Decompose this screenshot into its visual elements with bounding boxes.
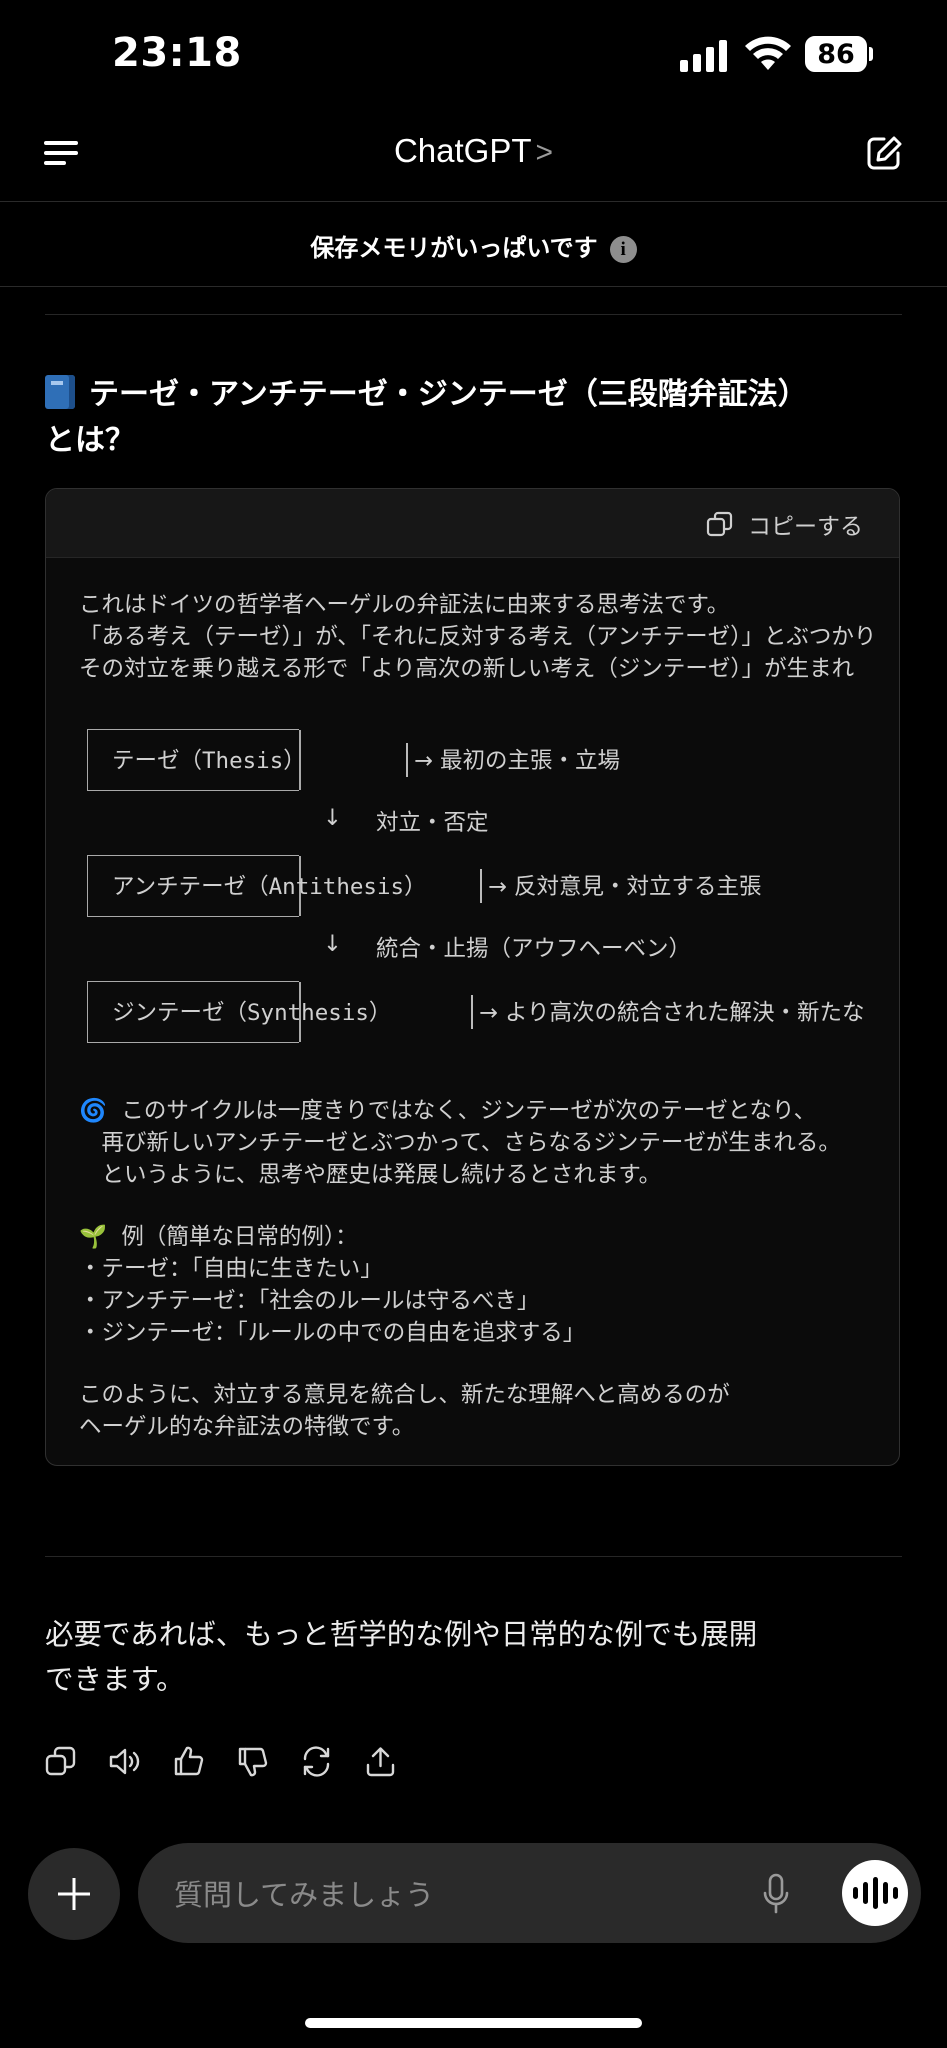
battery-tip: [869, 47, 873, 61]
transition-text: 統合・止揚（アウフヘーベン）: [376, 936, 692, 962]
status-time: 23:18: [112, 30, 242, 76]
nav-divider: [0, 201, 947, 202]
code-block: コピーする これはドイツの哲学者ヘーゲルの弁証法に由来する思考法です。 「ある考…: [45, 488, 900, 1466]
book-icon: [45, 375, 75, 409]
intro-line: 「ある考え（テーゼ）」が、「それに反対する考え（アンチテーゼ）」とぶつかり: [79, 624, 877, 650]
thumbs-down-icon[interactable]: [236, 1745, 269, 1778]
speaker-icon[interactable]: [108, 1745, 141, 1778]
assistant-message-text: 必要であれば、もっと哲学的な例や日常的な例でも展開 できます。: [45, 1612, 895, 1702]
cycle-line: というように、思考や歴史は発展し続けるとされます。: [79, 1162, 662, 1188]
cycle-line: 🌀 このサイクルは一度きりではなく、ジンテーゼが次のテーゼとなり、: [79, 1098, 817, 1124]
message-actions: [44, 1745, 397, 1778]
add-attachment-button[interactable]: [28, 1848, 120, 1940]
app-title: ChatGPT: [393, 132, 532, 169]
regenerate-icon[interactable]: [300, 1745, 333, 1778]
transition-text: 対立・否定: [376, 810, 489, 836]
intro-line: これはドイツの哲学者ヘーゲルの弁証法に由来する思考法です。: [79, 592, 730, 618]
message-input-placeholder: 質問してみましょう: [174, 1878, 435, 1912]
wifi-icon: [745, 36, 791, 70]
copy-code-button[interactable]: コピーする: [706, 507, 863, 541]
cellular-signal-icon: [680, 38, 727, 72]
section-heading: テーゼ・アンチテーゼ・ジンテーゼ（三段階弁証法） とは？: [45, 372, 865, 464]
new-chat-icon[interactable]: [864, 133, 904, 173]
example-line: ・ジンテーゼ：「ルールの中での自由を追求する」: [79, 1320, 586, 1346]
chevron-right-icon: >: [535, 136, 554, 169]
home-indicator: [305, 2018, 642, 2028]
synthesis-desc: → より高次の統合された解決・新たな: [479, 1000, 865, 1026]
intro-line: その対立を乗り越える形で「より高次の新しい考え（ジンテーゼ）」が生まれ: [79, 656, 855, 682]
model-selector[interactable]: ChatGPT >: [0, 132, 947, 170]
memory-full-banner[interactable]: 保存メモリがいっぱいです i: [0, 228, 947, 263]
arrow-down: ↓: [323, 931, 342, 957]
copy-label: コピーする: [748, 514, 863, 540]
share-icon[interactable]: [364, 1745, 397, 1778]
info-icon[interactable]: i: [609, 235, 637, 263]
copy-icon[interactable]: [44, 1745, 77, 1778]
outro-line: このように、対立する意見を統合し、新たな理解へと高めるのが: [79, 1382, 730, 1408]
voice-mode-button[interactable]: [842, 1860, 908, 1926]
cycle-line: 再び新しいアンチテーゼとぶつかって、さらなるジンテーゼが生まれる。: [79, 1130, 841, 1156]
outro-line: ヘーゲル的な弁証法の特徴です。: [79, 1414, 415, 1440]
diagram-bar: [471, 995, 473, 1029]
diagram-bar: [406, 743, 408, 777]
microphone-icon[interactable]: [762, 1872, 790, 1916]
heading-line1: テーゼ・アンチテーゼ・ジンテーゼ（三段階弁証法）: [89, 377, 808, 412]
answer-line: 必要であれば、もっと哲学的な例や日常的な例でも展開: [45, 1618, 758, 1651]
answer-line: できます。: [45, 1663, 185, 1696]
heading-line2: とは？: [45, 423, 135, 458]
section-divider: [45, 1556, 902, 1557]
example-line: 🌱 例（簡単な日常的例）：: [79, 1224, 358, 1250]
synthesis-label: ジンテーゼ（Synthesis）: [112, 1000, 392, 1026]
battery-icon: 86: [805, 36, 867, 72]
copy-icon: [706, 511, 733, 537]
banner-divider: [0, 286, 947, 287]
thumbs-up-icon[interactable]: [172, 1745, 205, 1778]
banner-text: 保存メモリがいっぱいです: [310, 234, 598, 262]
example-line: ・テーゼ：「自由に生きたい」: [79, 1256, 383, 1282]
arrow-down: ↓: [323, 805, 342, 831]
antithesis-label: アンチテーゼ（Antithesis）: [112, 874, 427, 900]
battery-level: 86: [817, 38, 855, 70]
code-block-header: コピーする: [46, 489, 899, 558]
section-divider: [45, 314, 902, 315]
antithesis-desc: → 反対意見・対立する主張: [488, 874, 762, 900]
diagram-bar: [480, 869, 482, 903]
thesis-label: テーゼ（Thesis）: [112, 748, 306, 774]
example-line: ・アンチテーゼ：「社会のルールは守るべき」: [79, 1288, 540, 1314]
thesis-desc: → 最初の主張・立場: [414, 748, 621, 774]
